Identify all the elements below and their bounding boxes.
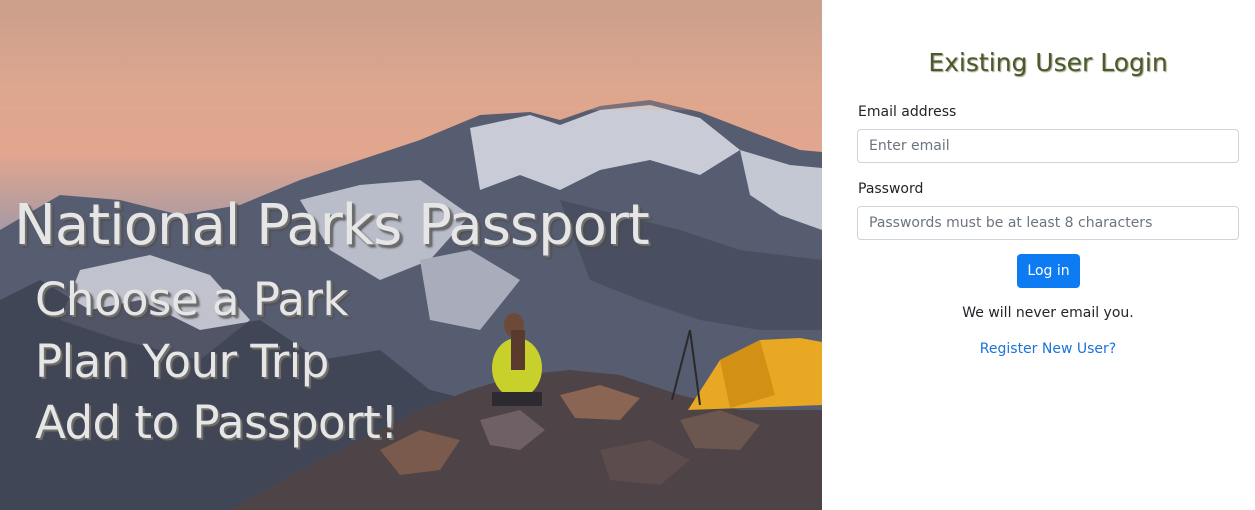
login-panel: Existing User Login Email address Passwo… [822,0,1255,510]
login-heading: Existing User Login [928,48,1168,77]
hero-panel: National Parks Passport Choose a Park Pl… [0,0,822,510]
privacy-note: We will never email you. [962,305,1134,321]
hero-tagline-choose: Choose a Park [35,273,349,326]
email-label: Email address [858,104,957,120]
password-input[interactable] [857,206,1239,240]
hero-tagline-plan: Plan Your Trip [35,335,329,388]
password-label: Password [858,181,924,197]
email-input[interactable] [857,129,1239,163]
login-button[interactable]: Log in [1017,254,1080,288]
register-link[interactable]: Register New User? [822,341,1255,357]
hero-title: National Parks Passport [14,193,650,258]
hero-tagline-add: Add to Passport! [35,396,398,449]
